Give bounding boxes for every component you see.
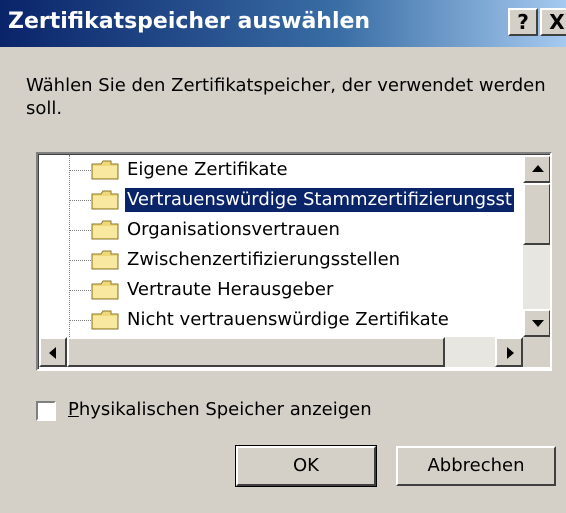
arrow-left-icon xyxy=(49,347,56,359)
tree-connector xyxy=(69,230,91,231)
tree-item-trusted-root[interactable]: Vertrauenswürdige Stammzertifizierungsst xyxy=(39,185,523,215)
tree-connector xyxy=(69,260,91,261)
folder-icon xyxy=(91,250,119,270)
tree-connector xyxy=(69,200,91,201)
tree-connector xyxy=(69,290,91,291)
close-button[interactable]: X xyxy=(540,8,566,36)
window-title: Zertifikatspeicher auswählen xyxy=(8,9,371,34)
physical-store-label: Physikalischen Speicher anzeigen xyxy=(68,398,372,422)
tree-item-label: Zwischenzertifizierungsstellen xyxy=(127,249,401,270)
arrow-right-icon xyxy=(507,347,514,359)
tree-item-label: Nicht vertrauenswürdige Zertifikate xyxy=(127,309,449,330)
tree-item-untrusted[interactable]: Nicht vertrauenswürdige Zertifikate xyxy=(39,305,523,335)
tree-item-organisation[interactable]: Organisationsvertrauen xyxy=(39,215,523,245)
tree-item-publishers[interactable]: Vertraute Herausgeber xyxy=(39,275,523,305)
store-tree-view[interactable]: Eigene Zertifikate Vertrauenswürdige Sta… xyxy=(36,152,552,371)
instruction-text: Wählen Sie den Zertifikatspeicher, der v… xyxy=(26,75,546,119)
tree-item-label: Organisationsvertrauen xyxy=(127,219,340,240)
folder-icon xyxy=(91,220,119,240)
folder-icon xyxy=(91,310,119,330)
tree-item-label: Vertrauenswürdige Stammzertifizierungsst xyxy=(124,187,515,213)
tree-item-label: Vertraute Herausgeber xyxy=(127,279,334,300)
scroll-thumb[interactable] xyxy=(523,183,550,245)
tree-item-label: Eigene Zertifikate xyxy=(127,159,288,180)
scroll-right-button[interactable] xyxy=(495,337,523,367)
scroll-down-button[interactable] xyxy=(523,309,550,337)
ok-button[interactable]: OK xyxy=(235,445,377,487)
tree-connector xyxy=(69,320,91,321)
accelerator-letter: P xyxy=(68,399,79,420)
tree-items: Eigene Zertifikate Vertrauenswürdige Sta… xyxy=(39,155,523,337)
folder-icon xyxy=(91,190,119,210)
vertical-scrollbar[interactable] xyxy=(523,155,550,337)
arrow-up-icon xyxy=(532,165,544,172)
tree-item-intermediate[interactable]: Zwischenzertifizierungsstellen xyxy=(39,245,523,275)
help-button[interactable]: ? xyxy=(508,8,538,36)
scroll-up-button[interactable] xyxy=(523,155,550,183)
hscroll-thumb[interactable] xyxy=(67,337,445,367)
title-bar[interactable]: Zertifikatspeicher auswählen ? X xyxy=(0,0,566,47)
folder-icon xyxy=(91,160,119,180)
certificate-store-dialog: Zertifikatspeicher auswählen ? X Wählen … xyxy=(0,0,566,513)
scroll-left-button[interactable] xyxy=(39,337,67,367)
tree-item-eigene[interactable]: Eigene Zertifikate xyxy=(39,155,523,185)
arrow-down-icon xyxy=(532,320,544,327)
cancel-button[interactable]: Abbrechen xyxy=(396,446,556,486)
folder-icon xyxy=(91,280,119,300)
horizontal-scrollbar[interactable] xyxy=(39,337,523,367)
scroll-corner xyxy=(523,337,550,367)
physical-store-checkbox[interactable] xyxy=(36,401,56,421)
checkbox-label-text: hysikalischen Speicher anzeigen xyxy=(78,399,372,420)
tree-connector xyxy=(69,170,91,171)
